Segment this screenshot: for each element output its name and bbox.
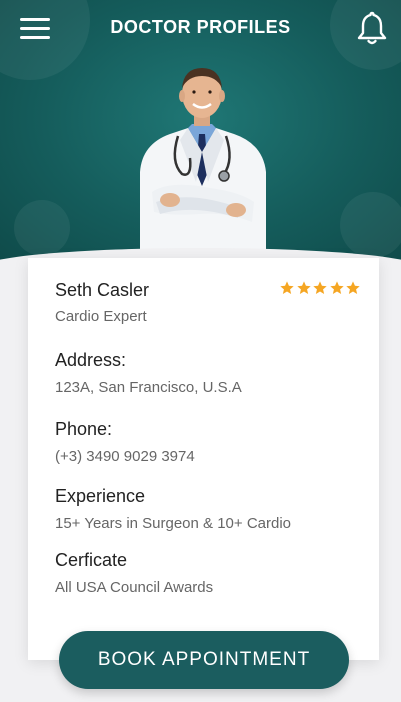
- star-icon: [296, 281, 311, 294]
- address-value: 123A, San Francisco, U.S.A: [55, 379, 242, 396]
- experience-label: Experience: [55, 486, 146, 506]
- star-icon: [313, 281, 327, 294]
- profile-header: DOCTOR PROFILES: [0, 0, 401, 262]
- star-icon: [329, 281, 344, 294]
- doctor-specialty: Cardio Expert: [55, 308, 147, 325]
- doctor-info-card: Seth Casler Cardio Expert Address: 123A,…: [28, 258, 379, 660]
- bell-icon[interactable]: [356, 10, 388, 46]
- doctor-photo: [140, 68, 266, 262]
- phone-value[interactable]: (+3) 3490 9029 3974: [55, 448, 195, 465]
- decorative-circle: [0, 0, 90, 80]
- doctor-name: Seth Casler: [55, 280, 150, 300]
- rating-stars: [279, 280, 362, 296]
- certificate-label: Cerficate: [55, 550, 128, 570]
- decorative-circle: [340, 192, 401, 258]
- experience-value: 15+ Years in Surgeon & 10+ Cardio: [55, 515, 292, 532]
- decorative-circle: [14, 200, 70, 256]
- address-label: Address:: [55, 350, 127, 370]
- page-title: DOCTOR PROFILES: [110, 17, 291, 37]
- star-icon: [346, 281, 360, 294]
- star-icon: [280, 281, 294, 294]
- certificate-value: All USA Council Awards: [55, 579, 214, 596]
- book-appointment-button[interactable]: BOOK APPOINTMENT: [59, 631, 349, 689]
- phone-label: Phone:: [55, 419, 113, 439]
